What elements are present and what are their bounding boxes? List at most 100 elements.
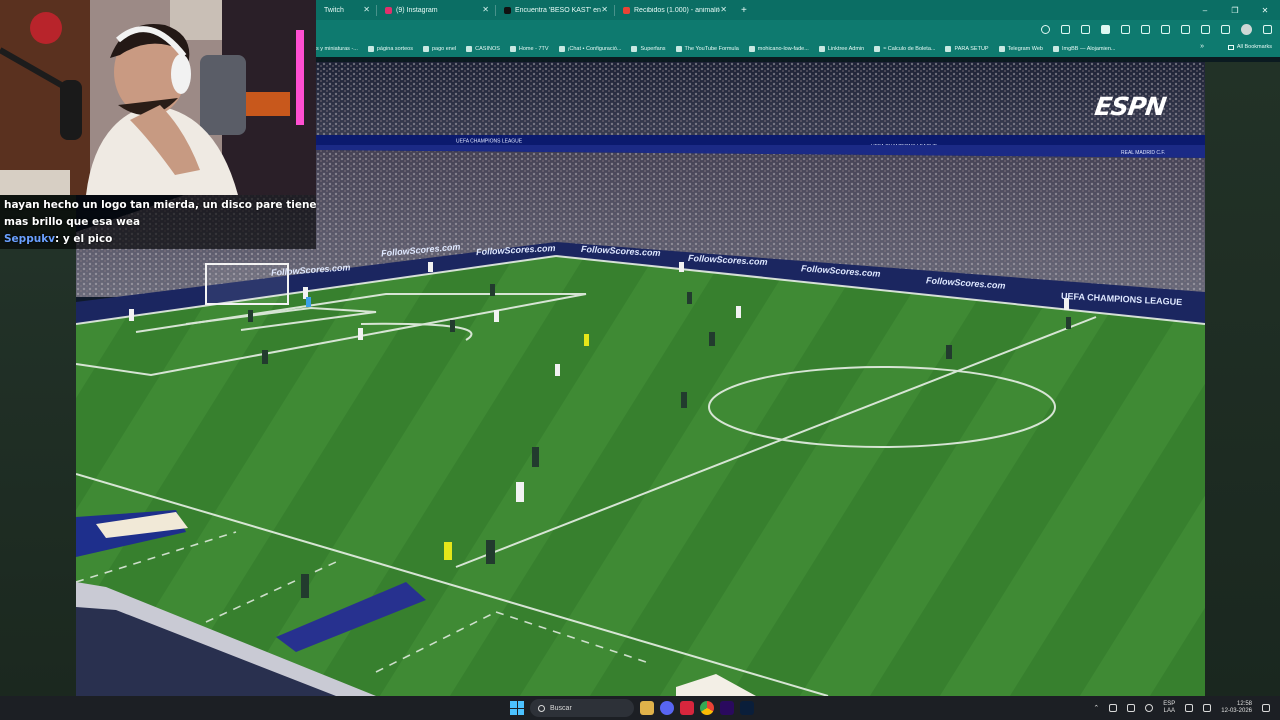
instagram-icon [385, 6, 392, 14]
gaming-chair [200, 55, 246, 135]
toolbar-icons [1041, 24, 1272, 35]
star-icon[interactable] [1081, 25, 1090, 34]
clock[interactable]: 12:58 12-03-2026 [1221, 701, 1252, 715]
extension-icon[interactable] [1141, 25, 1150, 34]
bookmark-icon [874, 46, 881, 52]
taskbar-search[interactable]: Buscar [530, 699, 634, 717]
bookmarks-overflow-button[interactable]: » [1200, 43, 1204, 50]
extension-icon[interactable] [1121, 25, 1130, 34]
extension-icon[interactable] [1161, 25, 1170, 34]
tab-title: Recibidos (1.000) - animalitoo [634, 6, 720, 14]
chat-message: hayan hecho un logo tan mierda, un disco… [4, 199, 317, 211]
screen: Twitch ✕ (9) Instagram ✕ Encuentra 'BESO… [0, 0, 1280, 720]
close-tab-icon[interactable]: ✕ [720, 5, 727, 14]
download-icon[interactable] [1201, 25, 1210, 34]
tray-icon[interactable] [1109, 704, 1118, 712]
folder-icon [466, 46, 473, 52]
folder-icon [945, 46, 952, 52]
tab-title: Encuentra 'BESO KAST' en TikTo [515, 6, 603, 14]
windows-start-icon[interactable] [510, 701, 524, 715]
chevron-up-icon[interactable]: ⌃ [1093, 704, 1099, 712]
all-bookmarks-button[interactable]: All Bookmarks [1227, 44, 1272, 50]
decoration-figure [30, 12, 62, 44]
minimize-button[interactable]: – [1190, 6, 1220, 15]
bookmark-item[interactable]: The YouTube Formula [675, 46, 739, 52]
zoom-icon[interactable] [1041, 25, 1050, 34]
ribbon-board [316, 135, 1205, 145]
globe-icon [748, 46, 755, 52]
new-tab-button[interactable]: + [741, 5, 747, 16]
pitch [76, 256, 1205, 696]
volume-icon[interactable] [1203, 704, 1212, 712]
bookmark-item[interactable]: ≈ Calculo de Boleta... [874, 46, 935, 52]
bookmark-item[interactable]: Superfans [631, 46, 666, 52]
bookmark-icon [509, 46, 516, 52]
webcam-overlay [0, 0, 316, 195]
chat-username: Seppukv [4, 233, 56, 245]
bookmark-folder[interactable]: PARA SETUP [945, 46, 989, 52]
tab-gmail[interactable]: Recibidos (1.000) - animalitoo ✕ [615, 0, 733, 20]
bookmark-icon [367, 46, 374, 52]
ribbon-text: UEFA CHAMPIONS LEAGUE [456, 139, 523, 145]
linktree-icon [818, 46, 825, 52]
taskbar-apps: Buscar [510, 699, 754, 717]
bookmark-folder[interactable]: CASINOS [466, 46, 500, 52]
microphone [60, 80, 82, 140]
imgbb-icon [1052, 46, 1059, 52]
window-controls: – ❐ ✕ [1190, 0, 1280, 20]
tray-icon[interactable] [1127, 704, 1136, 712]
bookmark-item[interactable]: página sorteos [367, 46, 413, 52]
globe-icon [675, 46, 682, 52]
chat-message: mas brillo que esa wea [4, 216, 141, 228]
bookmark-item[interactable]: ImgBB — Alojamien... [1052, 46, 1115, 52]
notification-icon[interactable] [1262, 704, 1270, 712]
bookmark-item[interactable]: pago enel [422, 46, 456, 52]
puzzle-icon[interactable] [1181, 25, 1190, 34]
language-indicator[interactable]: ESP LAA [1163, 701, 1175, 715]
premiere-icon[interactable] [720, 701, 734, 715]
bookmark-item[interactable]: Linktree Admin [818, 46, 864, 52]
bookmark-item[interactable]: ¡Chat • Configuració... [558, 46, 621, 52]
chat-message: Seppukv: y el pico [4, 233, 113, 245]
tab-title: Twitch [324, 6, 344, 14]
tiktok-icon [504, 6, 511, 14]
profile-avatar[interactable] [1241, 24, 1252, 35]
photoshop-icon[interactable] [740, 701, 754, 715]
tab-instagram[interactable]: (9) Instagram ✕ [377, 0, 495, 20]
telegram-icon [998, 46, 1005, 52]
stream-chat: hayan hecho un logo tan mierda, un disco… [0, 195, 317, 249]
network-icon[interactable] [1185, 704, 1194, 712]
file-explorer-icon[interactable] [640, 701, 654, 715]
bookmark-item[interactable]: Home - 7TV [509, 46, 549, 52]
ribbon-text: REAL MADRID C.F. [1121, 150, 1165, 156]
taskbar: Buscar ⌃ ESP LAA 12:58 12-03-2026 [0, 696, 1280, 720]
search-icon [538, 704, 545, 712]
close-tab-icon[interactable]: ✕ [482, 5, 489, 14]
bookmark-item[interactable]: Telegram Web [998, 46, 1043, 52]
close-tab-icon[interactable]: ✕ [601, 5, 608, 14]
cast-icon[interactable] [1061, 25, 1070, 34]
system-tray: ⌃ ESP LAA 12:58 12-03-2026 [1093, 698, 1270, 718]
menu-icon[interactable] [1263, 25, 1272, 34]
close-tab-icon[interactable]: ✕ [363, 5, 370, 14]
close-window-button[interactable]: ✕ [1250, 6, 1280, 15]
tab-twitch[interactable]: Twitch ✕ [316, 0, 376, 20]
led-strip [296, 30, 304, 125]
folder-icon [1227, 44, 1234, 50]
headphones [171, 54, 191, 94]
tab-tiktok[interactable]: Encuentra 'BESO KAST' en TikTo ✕ [496, 0, 614, 20]
extension-icon[interactable] [1101, 25, 1110, 34]
bookmark-item[interactable]: mohicano-low-fade... [748, 46, 809, 52]
bookmark-item[interactable]: s y miniaturas -... [316, 46, 358, 52]
globe-icon [631, 46, 638, 52]
tray-icon[interactable] [1145, 704, 1154, 712]
sidebar-icon[interactable] [1221, 25, 1230, 34]
espn-logo: ESPN [1092, 92, 1168, 121]
chrome-icon[interactable] [700, 701, 714, 715]
bookmark-icon [558, 46, 565, 52]
gmail-icon [623, 6, 630, 14]
app-icon[interactable] [680, 701, 694, 715]
discord-icon[interactable] [660, 701, 674, 715]
maximize-button[interactable]: ❐ [1220, 6, 1250, 15]
tab-title: (9) Instagram [396, 6, 438, 14]
